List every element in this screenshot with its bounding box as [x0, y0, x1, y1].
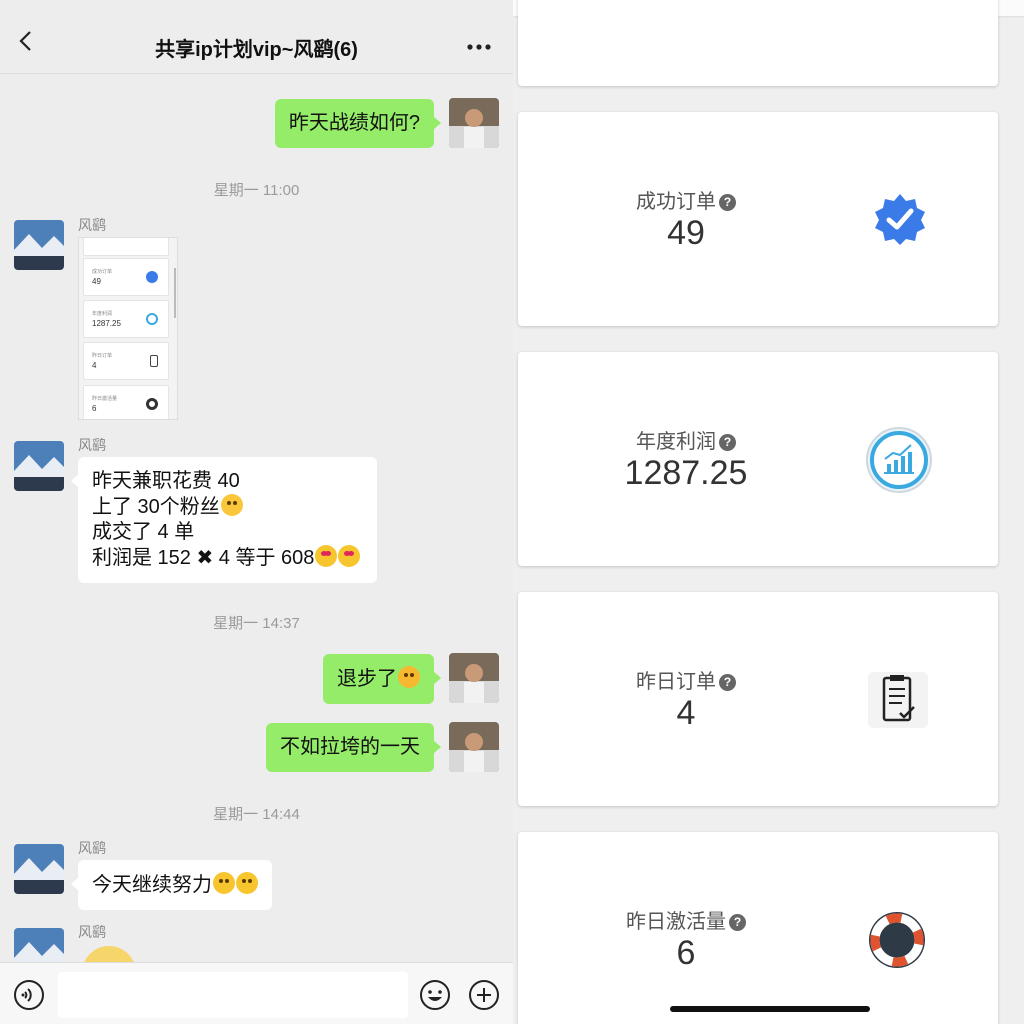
- stat-label: 昨日订单?: [518, 665, 854, 694]
- message-bubble-contact[interactable]: 今天继续努力: [71, 860, 272, 910]
- stat-value: 49: [667, 214, 705, 252]
- image-message[interactable]: 成功订单 49 年度利润 1287.25 昨日订单 4 昨日激活量 6: [78, 237, 178, 420]
- determined-emoji-icon: [213, 872, 235, 894]
- heart-eyes-emoji-icon: [338, 545, 361, 567]
- stat-label: 昨日激活量?: [518, 905, 854, 934]
- stat-label: 成功订单?: [518, 185, 854, 214]
- more-icon[interactable]: [467, 44, 491, 50]
- sender-name: 风鹞: [78, 437, 106, 453]
- determined-emoji-icon: [236, 872, 258, 894]
- chat-header: 共享ip计划vip~风鹞(6): [0, 0, 513, 74]
- thumb-value: 49: [92, 277, 101, 286]
- timestamp: 星期一 14:44: [213, 806, 300, 823]
- message-text: 昨天兼职花费 40: [92, 470, 240, 492]
- thumb-value: 6: [92, 404, 97, 413]
- stat-card-success-orders[interactable]: 成功订单? 49: [518, 112, 998, 326]
- lifebuoy-icon: [869, 912, 925, 968]
- help-icon[interactable]: ?: [729, 914, 746, 931]
- sender-name: 风鹞: [78, 217, 106, 233]
- thumb-scrollbar: [174, 268, 176, 318]
- timestamp: 星期一 14:37: [213, 615, 300, 632]
- message-text: 不如拉垮的一天: [280, 736, 420, 758]
- my-avatar[interactable]: [449, 98, 499, 148]
- message-text: 成交了 4 单: [92, 521, 195, 543]
- stat-card-annual-profit[interactable]: 年度利润? 1287.25: [518, 352, 998, 566]
- sender-name: 风鹞: [78, 840, 106, 856]
- sender-name: 风鹞: [78, 924, 106, 940]
- message-text: 利润是 152: [92, 547, 197, 569]
- stat-card-partial: [518, 0, 998, 86]
- stat-value: 4: [676, 694, 696, 732]
- input-bar: [0, 962, 513, 1024]
- lifebuoy-icon: [146, 398, 158, 410]
- stat-label: 年度利润?: [518, 425, 854, 454]
- thumb-card: 昨日激活量 6: [83, 385, 169, 419]
- thumb-label: 年度利润: [92, 311, 113, 317]
- growth-chart-icon: [866, 427, 932, 493]
- home-indicator[interactable]: [670, 1006, 870, 1012]
- my-avatar[interactable]: [449, 722, 499, 772]
- thinking-emoji-icon: [398, 666, 420, 688]
- message-text: 4 等于 608: [213, 547, 315, 569]
- message-text: 上了 30个粉丝: [92, 496, 220, 518]
- voice-icon[interactable]: [13, 979, 45, 1011]
- growth-chart-icon: [146, 313, 158, 325]
- thumb-card: 成功订单 49: [83, 258, 169, 296]
- verified-badge-icon: [875, 194, 925, 245]
- message-line: 成交了 4 单: [92, 520, 363, 545]
- plus-icon[interactable]: [468, 979, 500, 1011]
- stat-label-text: 成功订单: [636, 191, 716, 213]
- stats-panel: 成功订单? 49 年度利润? 1287.25 昨日订单? 4 昨日激活量 ? 6: [513, 0, 1024, 1024]
- stat-card-yesterday-activations[interactable]: 昨日激活量? 6: [518, 832, 998, 1024]
- stat-label-text: 昨日订单: [636, 671, 716, 693]
- message-line: 昨天兼职花费 40: [92, 469, 363, 494]
- message-text: 退步了: [337, 668, 397, 690]
- contact-avatar[interactable]: [14, 441, 64, 491]
- message-bubble-mine[interactable]: 退步了: [323, 654, 441, 704]
- my-avatar[interactable]: [449, 653, 499, 703]
- thumb-card: [83, 238, 169, 256]
- stat-value: 1287.25: [624, 454, 748, 492]
- smile-icon[interactable]: [419, 979, 451, 1011]
- message-bubble-contact[interactable]: 昨天兼职花费 40 上了 30个粉丝 成交了 4 单 利润是 152 ✖ 4 等…: [71, 457, 377, 583]
- thumb-value: 1287.25: [92, 319, 121, 328]
- verified-badge-icon: [146, 271, 158, 283]
- chat-title: 共享ip计划vip~风鹞(6): [155, 39, 358, 61]
- message-line: 利润是 152 ✖ 4 等于 608: [92, 545, 363, 571]
- message-line: 上了 30个粉丝: [92, 494, 363, 520]
- message-text: 今天继续努力: [92, 874, 212, 896]
- help-icon[interactable]: ?: [719, 194, 736, 211]
- message-input[interactable]: [58, 972, 408, 1018]
- thumb-label: 成功订单: [92, 269, 113, 275]
- message-bubble-mine[interactable]: 不如拉垮的一天: [266, 723, 441, 772]
- multiply-icon: ✖: [196, 547, 214, 569]
- timestamp: 星期一 11:00: [213, 182, 300, 199]
- message-bubble-mine[interactable]: 昨天战绩如何?: [274, 99, 442, 148]
- thumb-card: 昨日订单 4: [83, 342, 169, 380]
- stat-value: 6: [676, 934, 696, 972]
- help-icon[interactable]: ?: [719, 434, 736, 451]
- grin-sweat-emoji-icon: [220, 494, 243, 516]
- heart-eyes-emoji-icon: [315, 545, 338, 567]
- thumb-card: 年度利润 1287.25: [83, 300, 169, 338]
- clipboard-check-icon: [150, 355, 158, 367]
- stat-label-text: 昨日激活量: [626, 911, 726, 933]
- contact-avatar[interactable]: [14, 844, 64, 894]
- thumb-value: 4: [92, 361, 97, 370]
- stat-card-yesterday-orders[interactable]: 昨日订单? 4: [518, 592, 998, 806]
- clipboard-check-icon: [868, 672, 928, 728]
- help-icon[interactable]: ?: [719, 674, 736, 691]
- thumb-label: 昨日激活量: [92, 396, 118, 402]
- message-text: 昨天战绩如何?: [288, 112, 420, 134]
- chat-panel: 共享ip计划vip~风鹞(6) 昨天战绩如何? 星期一 11:00 风鹞 成功订…: [0, 0, 513, 1024]
- contact-avatar[interactable]: [14, 220, 64, 270]
- stat-label-text: 年度利润: [636, 431, 716, 453]
- thumb-label: 昨日订单: [92, 353, 113, 359]
